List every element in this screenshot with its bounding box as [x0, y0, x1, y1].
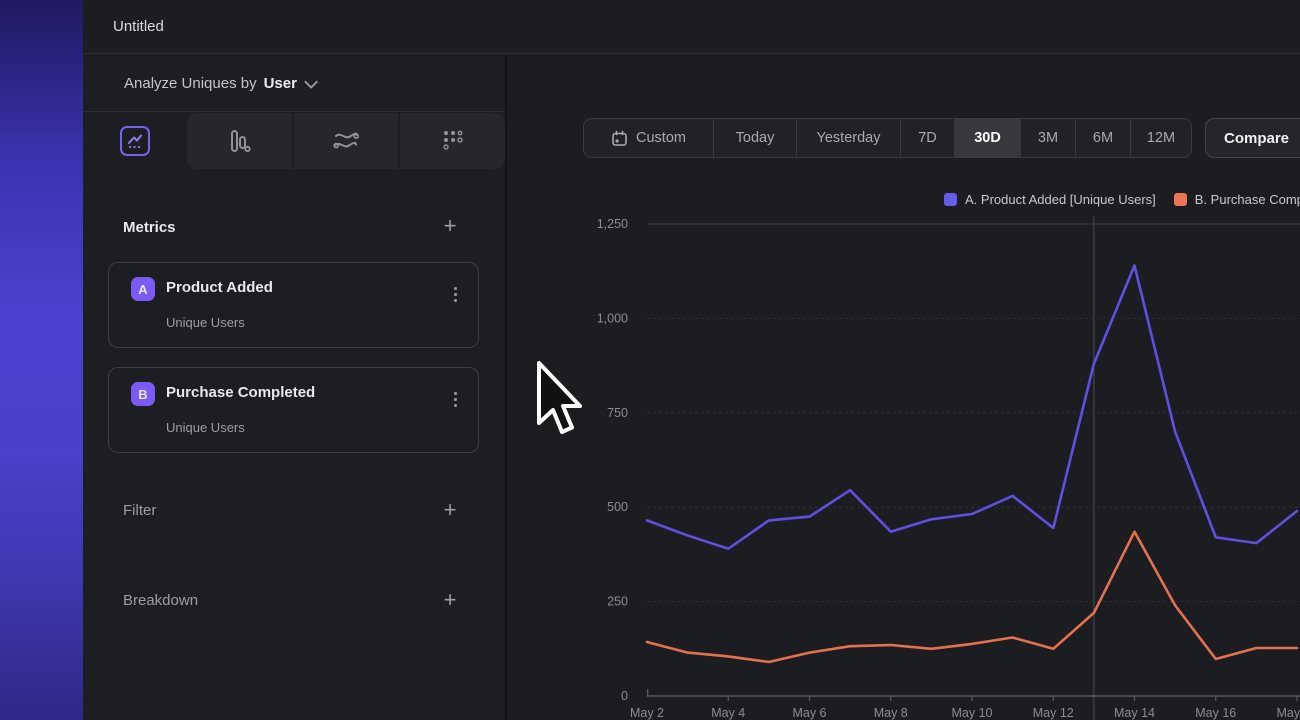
top-bar: Untitled — [83, 0, 1300, 54]
range-custom[interactable]: Custom — [584, 119, 713, 157]
chart-legend: A. Product Added [Unique Users] B. Purcha… — [944, 192, 1300, 207]
series-line-b-purchase-completed[interactable] — [647, 532, 1297, 662]
legend-swatch — [1174, 193, 1187, 206]
y-axis-label: 0 — [621, 689, 628, 703]
legend-label: A. Product Added [Unique Users] — [965, 192, 1156, 207]
range-3m[interactable]: 3M — [1020, 119, 1075, 157]
x-axis-label: May 4 — [711, 706, 745, 720]
legend-item-b[interactable]: B. Purchase Completed [Unique Users] — [1174, 192, 1300, 207]
report-type-tabs — [83, 113, 505, 225]
breakdown-heading: Breakdown — [123, 592, 198, 609]
flow-waves-icon — [332, 128, 360, 154]
filter-heading: Filter — [123, 502, 156, 519]
x-axis-label: May 16 — [1195, 706, 1236, 720]
metric-measure[interactable]: Unique Users — [166, 315, 245, 330]
range-today[interactable]: Today — [713, 119, 796, 157]
add-metric-button[interactable]: + — [440, 217, 460, 237]
add-breakdown-button[interactable]: + — [440, 591, 460, 611]
metric-card-b[interactable]: B Purchase Completed Unique Users — [108, 367, 479, 453]
series-line-a-product-added[interactable] — [647, 266, 1297, 549]
y-axis-label: 750 — [607, 406, 628, 420]
report-title[interactable]: Untitled — [113, 0, 164, 54]
x-axis-label: May 10 — [952, 706, 993, 720]
line-chart-icon — [120, 126, 150, 156]
legend-item-a[interactable]: A. Product Added [Unique Users] — [944, 192, 1156, 207]
analyze-prefix-label: Analyze Uniques by — [124, 75, 257, 92]
date-range-selector: CustomTodayYesterday7D30D3M6M12M — [583, 118, 1192, 158]
compare-button[interactable]: Compare — [1205, 118, 1300, 158]
range-yesterday[interactable]: Yesterday — [796, 119, 900, 157]
metric-name[interactable]: Product Added — [166, 279, 273, 296]
metrics-heading: Metrics — [123, 219, 176, 236]
y-axis-label: 1,000 — [597, 311, 628, 325]
range-12m[interactable]: 12M — [1130, 119, 1191, 157]
chart-panel: 0 250 500 750 1,000 1,250 May 2 May 4 May 6 May 8… — [507, 55, 1300, 720]
add-filter-button[interactable]: + — [440, 501, 460, 521]
chevron-down-icon[interactable] — [304, 74, 318, 88]
bar-chart-icon — [226, 128, 252, 154]
legend-label: B. Purchase Completed [Unique Users] — [1195, 192, 1300, 207]
query-builder-sidebar: Analyze Uniques by User — [83, 55, 505, 720]
y-axis-label: 500 — [607, 500, 628, 514]
x-axis-label: May 6 — [792, 706, 826, 720]
y-axis-label: 1,250 — [597, 217, 628, 231]
tab-retention[interactable] — [398, 113, 505, 169]
legend-swatch — [944, 193, 957, 206]
desktop-wallpaper — [0, 0, 83, 720]
kebab-menu-icon[interactable] — [448, 392, 462, 412]
y-axis-label: 250 — [607, 595, 628, 609]
x-axis-label: May 2 — [630, 706, 664, 720]
x-axis-label: May 8 — [874, 706, 908, 720]
metric-name[interactable]: Purchase Completed — [166, 384, 315, 401]
inactive-tabs-strip — [187, 113, 505, 169]
analyze-entity-dropdown[interactable]: User — [264, 75, 297, 92]
analyze-uniques-row: Analyze Uniques by User — [83, 55, 505, 112]
range-7d[interactable]: 7D — [900, 119, 954, 157]
tab-insights[interactable] — [83, 113, 187, 169]
tab-flows[interactable] — [292, 113, 399, 169]
dots-grid-icon — [440, 128, 466, 154]
x-axis-label: May 18 — [1277, 706, 1300, 720]
analytics-app-window: Untitled Analyze Uniques by User — [83, 0, 1300, 720]
calendar-icon — [611, 130, 628, 147]
x-axis-label: May 14 — [1114, 706, 1155, 720]
range-30d[interactable]: 30D — [954, 119, 1020, 157]
x-axis-label: May 12 — [1033, 706, 1074, 720]
metric-badge-a: A — [131, 277, 155, 301]
metric-measure[interactable]: Unique Users — [166, 420, 245, 435]
metric-card-a[interactable]: A Product Added Unique Users — [108, 262, 479, 348]
kebab-menu-icon[interactable] — [448, 287, 462, 307]
tab-funnels[interactable] — [187, 113, 292, 169]
metric-badge-b: B — [131, 382, 155, 406]
range-6m[interactable]: 6M — [1075, 119, 1130, 157]
